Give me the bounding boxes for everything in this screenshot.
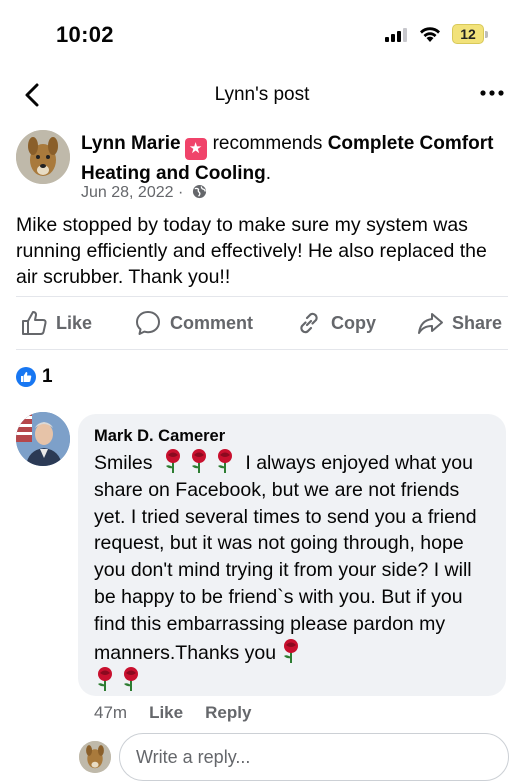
rose-icon [124, 667, 138, 692]
comment-like-link[interactable]: Like [149, 703, 183, 723]
post-author-name[interactable]: Lynn Marie [81, 133, 181, 154]
wifi-icon [420, 27, 440, 42]
post-actions: Like Comment Copy Share [0, 300, 524, 346]
like-button[interactable]: Like [20, 309, 92, 337]
reaction-count: 1 [42, 366, 53, 387]
current-user-avatar [79, 741, 111, 773]
comment-text-start: Smiles [94, 452, 153, 474]
divider [16, 349, 508, 350]
battery-level: 12 [460, 26, 476, 42]
share-button[interactable]: Share [416, 309, 502, 337]
rose-icon [165, 449, 180, 473]
divider [16, 296, 508, 297]
comment-meta: 47m Like Reply [94, 703, 251, 723]
rose-icon [284, 638, 299, 663]
globe-icon [192, 184, 206, 199]
comment-reply-link[interactable]: Reply [205, 703, 251, 723]
more-options-icon[interactable] [480, 88, 504, 98]
link-icon [300, 312, 318, 334]
dog-avatar-icon [16, 130, 70, 184]
rose-icons-inline [158, 449, 245, 474]
comment-text: Smiles I always enjoyed what you share o… [94, 448, 490, 695]
share-label: Share [452, 312, 503, 333]
recommends-label: recommends [212, 133, 323, 154]
rose-icon [98, 667, 112, 692]
comment-bubble-icon [136, 311, 160, 335]
like-reaction-icon [16, 367, 36, 387]
top-nav: Lynn's post [0, 70, 524, 122]
status-bar: 10:02 12 [0, 0, 524, 70]
rose-icon [217, 449, 232, 473]
page-title: Lynn's post [214, 84, 310, 105]
commenter-avatar[interactable] [16, 412, 70, 466]
dog-avatar-icon [79, 741, 111, 773]
comment-button[interactable]: Comment [134, 309, 253, 337]
rose-icon [191, 449, 206, 473]
post-body: Mike stopped by today to make sure my sy… [16, 214, 487, 288]
post-headline: Lynn Marie ★ recommends Complete Comfort H… [81, 130, 501, 187]
comment-label: Comment [170, 312, 254, 333]
comment-time: 47m [94, 703, 128, 722]
battery-icon: 12 [452, 24, 488, 44]
commenter-name[interactable]: Mark D. Camerer [94, 426, 490, 446]
cellular-signal-icon [385, 28, 407, 42]
copy-button[interactable]: Copy [295, 309, 376, 337]
like-label: Like [56, 312, 93, 333]
post-date[interactable]: Jun 28, 2022 · [81, 184, 183, 201]
clock: 10:02 [56, 22, 114, 47]
person-avatar-icon [16, 412, 70, 466]
copy-label: Copy [331, 312, 376, 333]
share-arrow-icon [418, 313, 443, 334]
comment-bubble[interactable]: Mark D. Camerer Smiles I always enjoyed … [78, 414, 506, 696]
comment-text-main: I always enjoyed what you share on Faceb… [94, 452, 477, 664]
post-author-avatar[interactable] [16, 130, 70, 184]
recommend-star-icon: ★ [184, 138, 207, 160]
reaction-summary[interactable]: 1 [16, 366, 53, 388]
post-meta: Jun 28, 2022 · [81, 184, 207, 202]
thumbs-up-icon [22, 311, 47, 335]
reply-input[interactable] [119, 733, 509, 781]
headline-period: . [265, 163, 271, 184]
